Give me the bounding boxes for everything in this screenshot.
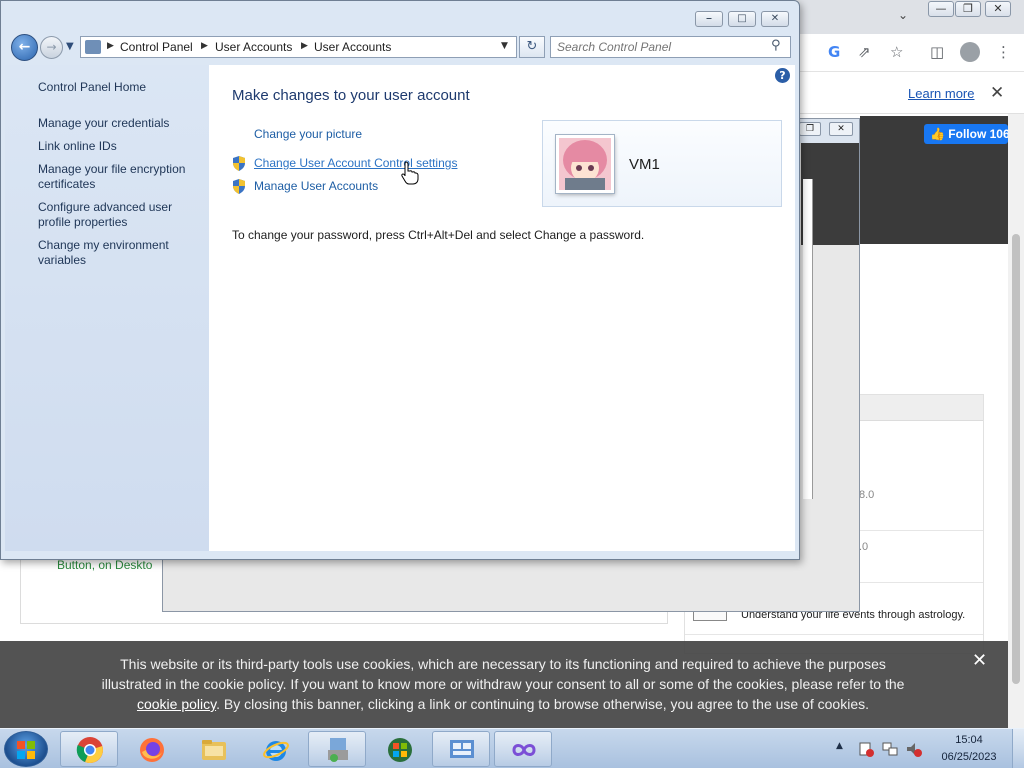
ie-icon: [263, 741, 289, 761]
breadcrumb-arrow-icon[interactable]: ▶: [107, 41, 114, 51]
windows-logo-icon: [17, 741, 35, 759]
close-button[interactable]: ✕: [761, 11, 789, 27]
firefox-icon: [140, 738, 164, 762]
user-accounts-icon: [85, 40, 101, 54]
breadcrumb-arrow-icon[interactable]: ▶: [201, 41, 208, 51]
windows-icon: [388, 738, 412, 762]
main-content: ? Make changes to your user account Chan…: [209, 65, 795, 551]
control-panel-window: ⎯ □ ✕ ← → ▼ ▶ Control Panel ▶ User Accou…: [0, 0, 800, 560]
share-icon[interactable]: ⇗: [858, 43, 871, 61]
show-desktop-button[interactable]: [1012, 729, 1024, 768]
action-center-icon[interactable]: [858, 741, 874, 757]
taskbar-ie[interactable]: [246, 731, 304, 767]
sidepanel-icon[interactable]: ◫: [930, 43, 944, 61]
change-picture-link[interactable]: Change your picture: [254, 127, 362, 141]
bookmark-star-icon[interactable]: ☆: [890, 43, 903, 61]
help-icon[interactable]: ?: [775, 68, 790, 83]
taskbar-infinity[interactable]: [494, 731, 552, 767]
sidebar-file-encryption[interactable]: Manage your file encryption certificates: [38, 162, 206, 192]
browser-restore-button[interactable]: ❐: [955, 1, 981, 17]
browser-minimize-button[interactable]: —: [928, 1, 954, 17]
setup-icon: [328, 738, 348, 762]
page-title: Make changes to your user account: [232, 87, 470, 104]
sidebar-advanced-profile[interactable]: Configure advanced user profile properti…: [38, 200, 206, 230]
browser-menu-icon[interactable]: ⋮: [996, 43, 1011, 61]
manage-user-accounts-link[interactable]: Manage User Accounts: [254, 179, 378, 193]
clock-time[interactable]: 15:04: [940, 734, 998, 746]
search-icon[interactable]: ⚲: [771, 38, 781, 53]
taskbar-explorer[interactable]: [184, 731, 242, 767]
uac-shield-icon: [233, 179, 245, 194]
background-close-button[interactable]: ✕: [829, 122, 853, 136]
password-note: To change your password, press Ctrl+Alt+…: [232, 228, 645, 242]
cookie-banner-close-icon[interactable]: ✕: [972, 650, 987, 671]
clock-date[interactable]: 06/25/2023: [936, 751, 1002, 763]
control-panel-icon: [450, 740, 474, 758]
taskbar-control-panel[interactable]: [432, 731, 490, 767]
taskbar: ▲ 15:04 06/25/2023: [0, 728, 1024, 768]
account-name: VM1: [629, 156, 660, 173]
address-dropdown-icon[interactable]: ▼: [501, 41, 508, 51]
uac-shield-icon: [233, 156, 245, 171]
sidebar-manage-credentials[interactable]: Manage your credentials: [38, 116, 206, 131]
recent-pages-dropdown-icon[interactable]: ▼: [66, 41, 74, 52]
learn-more-link[interactable]: Learn more: [908, 86, 974, 101]
search-input[interactable]: [557, 40, 765, 54]
page-scrollbar-thumb[interactable]: [1012, 234, 1020, 684]
refresh-button[interactable]: ↻: [519, 36, 545, 58]
breadcrumb-user-accounts[interactable]: User Accounts: [215, 40, 292, 54]
sidebar: Control Panel Home Manage your credentia…: [5, 65, 209, 551]
profile-avatar-icon[interactable]: [960, 42, 980, 62]
browser-close-button[interactable]: ✕: [985, 1, 1011, 17]
background-restore-button[interactable]: ❐: [799, 122, 821, 136]
hand-cursor-icon: [401, 161, 419, 185]
taskbar-setup[interactable]: [308, 731, 366, 767]
taskbar-chrome[interactable]: [60, 731, 118, 767]
facebook-follow-button[interactable]: 👍 Follow 106: [924, 124, 1008, 144]
page-scrollbar[interactable]: [1008, 114, 1024, 728]
maximize-button[interactable]: □: [728, 11, 756, 27]
account-card: VM1: [542, 120, 782, 207]
taskbar-windows[interactable]: [370, 731, 428, 767]
chrome-icon: [76, 737, 103, 763]
show-hidden-icons-icon[interactable]: ▲: [836, 741, 843, 751]
start-button[interactable]: [4, 731, 48, 767]
list-item-version: .0: [859, 541, 869, 553]
infinity-icon: [512, 744, 536, 756]
search-box[interactable]: ⚲: [550, 36, 791, 58]
change-uac-settings-link[interactable]: Change User Account Control settings: [254, 156, 457, 170]
background-inner-frame: [803, 179, 813, 499]
anime-avatar-icon: [559, 138, 611, 190]
cookie-banner-text: This website or its third-party tools us…: [101, 656, 905, 712]
explorer-icon: [202, 740, 226, 760]
list-item-version: 8.0: [859, 489, 875, 501]
browser-infobar: Learn more ✕: [800, 72, 1024, 114]
cookie-banner: This website or its third-party tools us…: [0, 641, 1008, 728]
volume-muted-icon[interactable]: [906, 741, 922, 757]
infobar-close-icon[interactable]: ✕: [990, 83, 1004, 103]
google-icon[interactable]: G: [828, 43, 840, 61]
network-icon[interactable]: [882, 741, 898, 757]
sidebar-environment-variables[interactable]: Change my environment variables: [38, 238, 206, 268]
cookie-policy-link[interactable]: cookie policy: [137, 696, 216, 712]
sidebar-link-online-ids[interactable]: Link online IDs: [38, 139, 206, 154]
user-avatar[interactable]: [556, 135, 614, 193]
breadcrumb-control-panel[interactable]: Control Panel: [120, 40, 193, 54]
sidebar-control-panel-home[interactable]: Control Panel Home: [38, 80, 206, 95]
minimize-button[interactable]: ⎯: [695, 11, 723, 27]
breadcrumb-arrow-icon[interactable]: ▶: [301, 41, 308, 51]
taskbar-firefox[interactable]: [122, 731, 180, 767]
forward-button[interactable]: →: [40, 36, 63, 59]
browser-toolbar: G ⇗ ☆ ◫ ⋮: [800, 34, 1024, 72]
address-bar[interactable]: ▶ Control Panel ▶ User Accounts ▶ User A…: [80, 36, 517, 58]
back-button[interactable]: ←: [11, 34, 38, 61]
content-panel-text[interactable]: Button, on Deskto: [57, 558, 152, 572]
tab-search-chevron-icon[interactable]: ⌄: [898, 8, 908, 22]
breadcrumb-user-accounts-current[interactable]: User Accounts: [314, 40, 391, 54]
